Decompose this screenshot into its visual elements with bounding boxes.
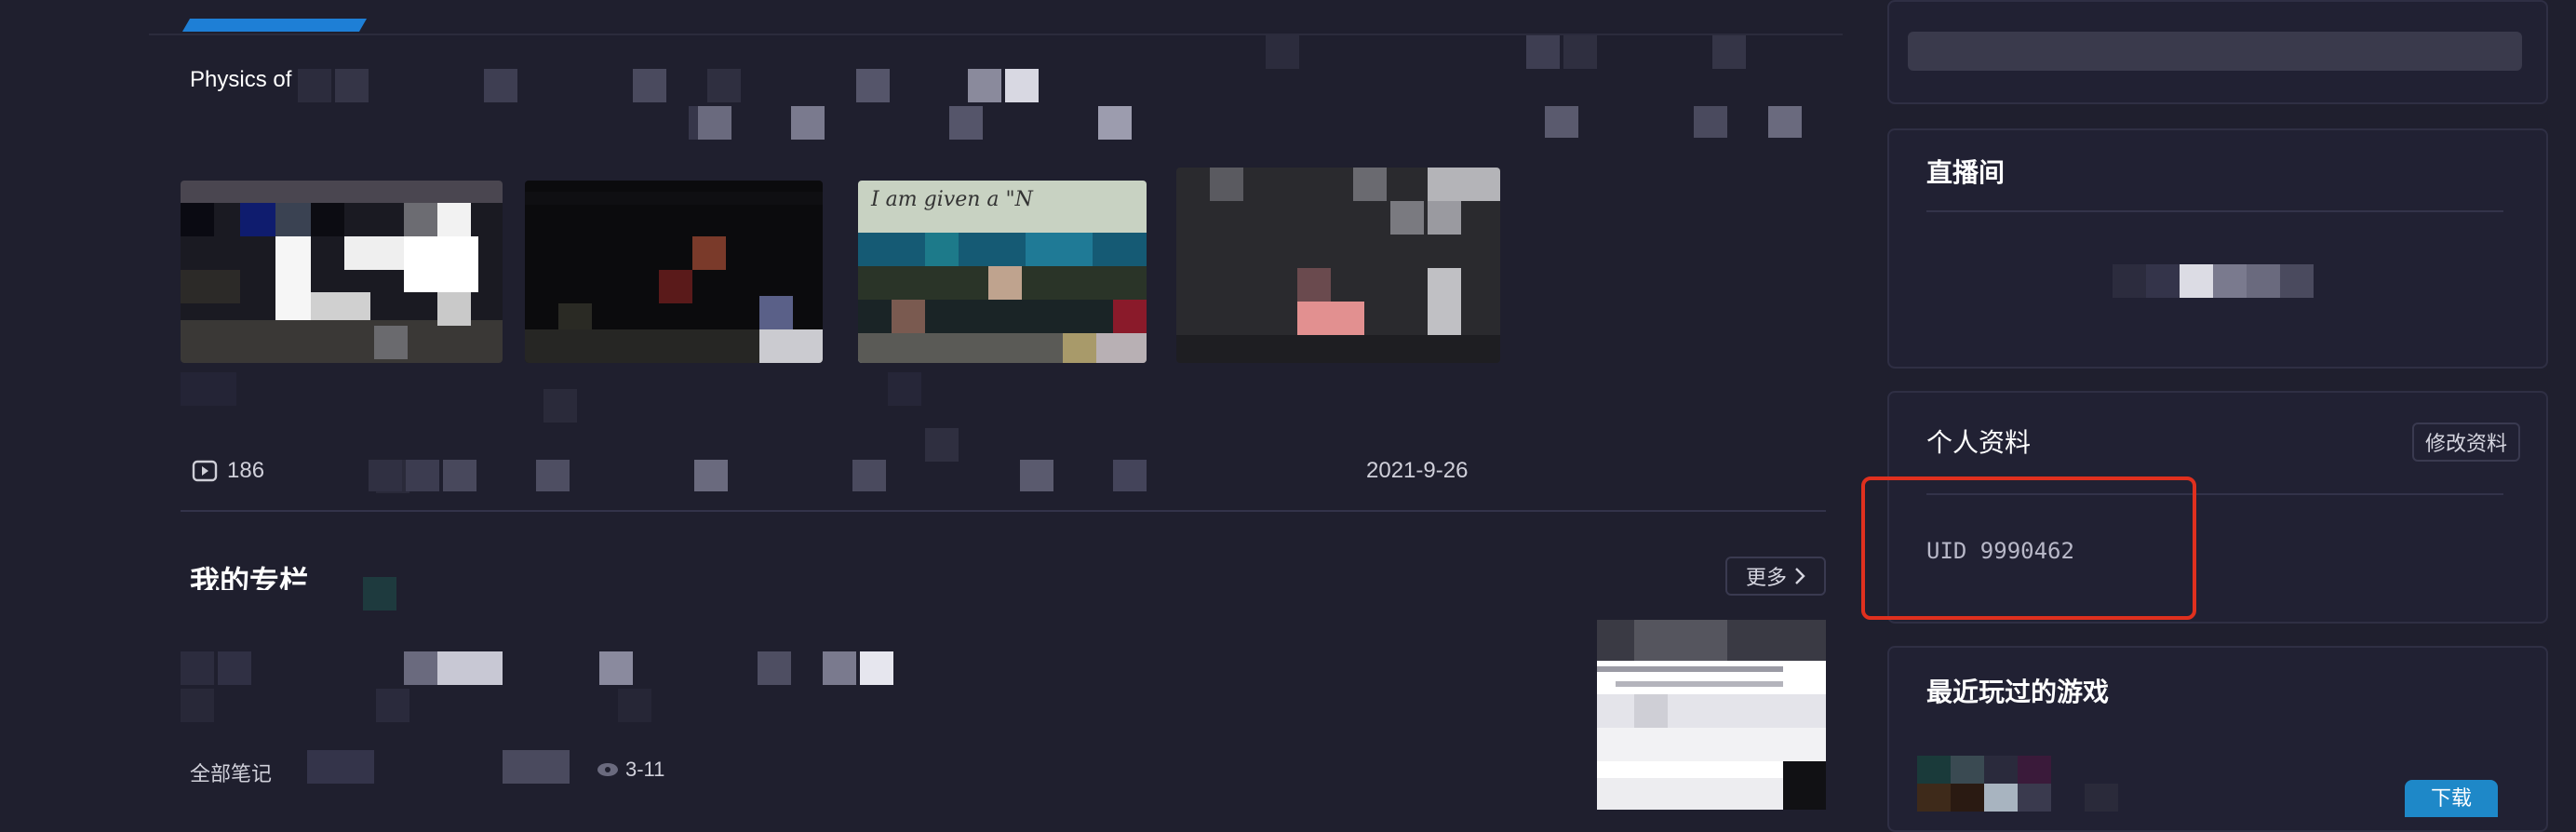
meta-mosaic [369,460,1150,493]
all-notes-label[interactable]: 全部笔记 [190,758,272,787]
video-title[interactable]: Physics of Li [190,67,315,93]
tab-accent [181,19,368,32]
uid-highlight-box [1861,476,2196,620]
video-thumbnail-4[interactable] [1176,168,1500,363]
play-count-value: 186 [227,458,265,483]
top-card-bar [1908,32,2522,71]
column-title-mosaic [181,577,413,614]
title-mosaic-right [1266,35,1843,138]
column-meta-mosaic [307,750,642,787]
column-thumbnail[interactable] [1597,620,1826,810]
eye-icon [597,763,618,776]
section-divider [181,510,1826,512]
title-mosaic [298,69,1135,140]
sidebar-card-top [1887,0,2548,104]
recent-games-mosaic [1917,756,2271,812]
column-date-value: 3-11 [625,758,665,781]
column-item-mosaic [181,651,906,763]
more-label: 更多 [1745,566,1787,589]
live-room-title: 直播间 [1926,158,2006,187]
recent-games-title: 最近玩过的游戏 [1926,678,2110,706]
thumbnail-handwriting: I am given a "N [871,188,1033,211]
video-thumbnail-2[interactable] [525,181,823,363]
chevron-right-icon [1795,568,1805,584]
play-count: 186 [192,458,264,484]
live-room-mosaic [2113,264,2336,298]
column-date: 3-11 [596,758,664,782]
edit-profile-button[interactable]: 修改资料 [2412,423,2520,462]
live-room-divider [1926,210,2503,212]
video-thumbnail-1[interactable] [181,181,503,363]
video-date: 2021-9-26 [1366,458,1469,483]
video-thumbnail-3[interactable]: I am given a "N [858,181,1147,363]
play-icon [192,460,218,482]
more-button[interactable]: 更多 [1725,557,1826,596]
profile-title: 个人资料 [1926,428,2032,457]
download-button[interactable]: 下载 [2405,780,2498,817]
live-room-card: 直播间 [1887,128,2548,369]
